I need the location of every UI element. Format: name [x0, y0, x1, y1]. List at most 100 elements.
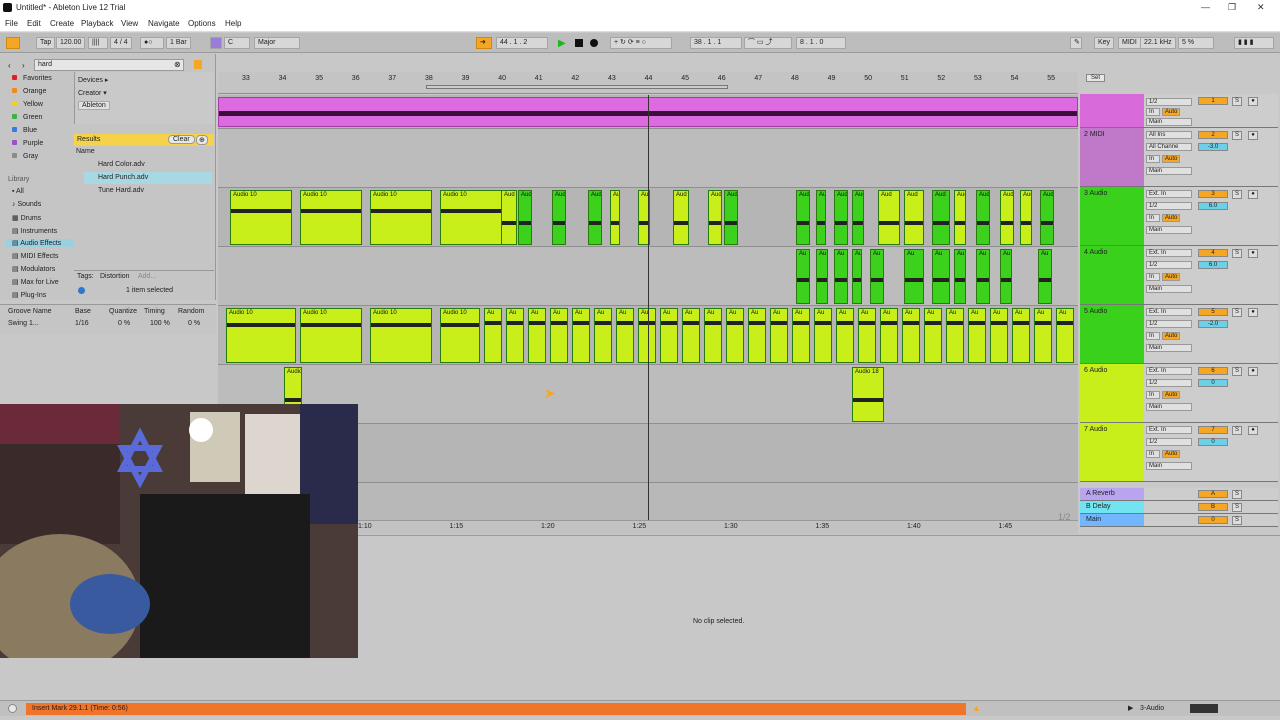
clip-audio[interactable]: Au	[816, 249, 828, 304]
clip-audio-10[interactable]: Audio 10	[300, 190, 362, 245]
clip-audio[interactable]: Au	[484, 308, 502, 363]
clip-audio[interactable]: Au	[1000, 249, 1012, 304]
library-instruments[interactable]: ▤ Instruments	[12, 227, 57, 235]
monitor-in-button[interactable]: In	[1146, 273, 1160, 281]
clip-audio[interactable]: Au	[870, 249, 884, 304]
input-channel-select[interactable]: 1/2	[1146, 202, 1192, 210]
clip-audio[interactable]: Au	[834, 249, 848, 304]
menu-help[interactable]: Help	[225, 19, 241, 28]
clip-audio[interactable]: Au	[946, 308, 964, 363]
clip-audio[interactable]: Au	[682, 308, 700, 363]
return-name[interactable]: B Delay	[1080, 501, 1144, 513]
track-name[interactable]: 6 Audio	[1080, 364, 1144, 422]
link-icon[interactable]	[6, 37, 20, 49]
menu-create[interactable]: Create	[50, 19, 74, 28]
monitor-in-button[interactable]: In	[1146, 108, 1160, 116]
output-select[interactable]: Main	[1146, 344, 1192, 352]
arm-icon[interactable]: ●	[1248, 367, 1258, 376]
clip-audio[interactable]: Au	[594, 308, 612, 363]
play-button[interactable]: ▶	[558, 38, 566, 49]
return-letter[interactable]: 0	[1198, 516, 1228, 524]
input-channel-select[interactable]: All Channe	[1146, 143, 1192, 151]
output-select[interactable]: Main	[1146, 285, 1192, 293]
clip-audio[interactable]: Aud	[673, 190, 689, 245]
loop-length-field[interactable]: 8 . 1 . 0	[796, 37, 846, 49]
track-name[interactable]: 2 MIDI	[1080, 128, 1144, 186]
clip-audio-10[interactable]: Audio 10	[370, 190, 432, 245]
output-select[interactable]: Main	[1146, 226, 1192, 234]
volume-field[interactable]: 0	[1198, 379, 1228, 387]
groove-random[interactable]: 0 %	[188, 320, 200, 327]
track-number-button[interactable]: 1	[1198, 97, 1228, 105]
monitor-auto-button[interactable]: Auto	[1162, 332, 1180, 340]
monitor-auto-button[interactable]: Auto	[1162, 155, 1180, 163]
clip-audio[interactable]: Au	[1034, 308, 1052, 363]
clip-audio[interactable]: Au	[858, 308, 876, 363]
clip-audio[interactable]: Au	[954, 249, 966, 304]
arm-icon[interactable]: ●	[1248, 249, 1258, 258]
draw-mode-icons[interactable]: ⌒ ▭ ⤴	[744, 37, 792, 49]
clip-audio[interactable]: Aud	[501, 190, 517, 245]
library-plugins[interactable]: ▤ Plug-Ins	[12, 291, 46, 299]
clip-audio[interactable]: Au	[704, 308, 722, 363]
groove-timing[interactable]: 100 %	[150, 320, 170, 327]
track-name[interactable]: 7 Audio	[1080, 423, 1144, 481]
library-drums[interactable]: ▦ Drums	[12, 214, 41, 222]
clear-search-icon[interactable]: ⊗	[174, 60, 181, 69]
return-name[interactable]: Main	[1080, 514, 1144, 526]
quantize-menu[interactable]: 1 Bar	[166, 37, 191, 49]
clip-audio-18[interactable]: Audio 18	[852, 367, 884, 422]
follow-icon[interactable]: ➜	[476, 37, 492, 49]
output-select[interactable]: Main	[1146, 403, 1192, 411]
clear-button[interactable]: Clear	[168, 135, 195, 144]
track-number-button[interactable]: 5	[1198, 308, 1228, 316]
clip-audio[interactable]: Au	[924, 308, 942, 363]
back-arrow-icon[interactable]: ‹	[8, 61, 11, 70]
volume-field[interactable]: 6.0	[1198, 261, 1228, 269]
input-channel-select[interactable]: 1/2	[1146, 98, 1192, 106]
input-type-select[interactable]: Ext. In	[1146, 190, 1192, 198]
clip-audio[interactable]: Au	[880, 308, 898, 363]
return-track-B[interactable]: B Delay B S	[1080, 501, 1278, 514]
collection-orange[interactable]: Orange	[12, 88, 46, 95]
volume-field[interactable]: 0	[1198, 438, 1228, 446]
track-header-6[interactable]: 6 Audio Ext. In 1/2 In Auto Main 6 0 S ●	[1080, 364, 1278, 423]
tag-distortion[interactable]: Distortion	[100, 273, 130, 280]
result-item-hard-punch[interactable]: Hard Punch.adv	[84, 172, 212, 184]
forward-arrow-icon[interactable]: ›	[22, 61, 25, 70]
track-header-1[interactable]: 1/2 In Auto Main 1 S ●	[1080, 94, 1278, 128]
monitor-in-button[interactable]: In	[1146, 155, 1160, 163]
solo-button[interactable]: S	[1232, 308, 1242, 317]
clip-audio[interactable]: Aud	[834, 190, 848, 245]
input-type-select[interactable]: Ext. In	[1146, 249, 1192, 257]
beat-ruler[interactable]: 33 34 35 36 37 38 39 40 41 42 43 44 45 46 47 48 49 50 51 52…	[218, 72, 1078, 94]
monitor-in-button[interactable]: In	[1146, 391, 1160, 399]
overdub-controls[interactable]: + ↻ ⟳ ≡ ○	[610, 37, 672, 49]
volume-field[interactable]: -3.0	[1198, 143, 1228, 151]
clip-audio[interactable]: Aud	[610, 190, 620, 245]
menu-playback[interactable]: Playback	[81, 19, 113, 28]
return-name[interactable]: A Reverb	[1080, 488, 1144, 500]
track-name[interactable]	[1080, 94, 1144, 127]
pencil-icon[interactable]: ✎	[1070, 37, 1082, 49]
info-view-icon[interactable]	[8, 704, 17, 713]
track-header-7[interactable]: 7 Audio Ext. In 1/2 In Auto Main 7 0 S ●	[1080, 423, 1278, 482]
collection-green[interactable]: Green	[12, 114, 42, 121]
clip-audio[interactable]: Aud	[932, 190, 950, 245]
input-channel-select[interactable]: 1/2	[1146, 379, 1192, 387]
input-type-select[interactable]: Ext. In	[1146, 308, 1192, 316]
clip-audio[interactable]: Au	[796, 249, 810, 304]
output-select[interactable]: Main	[1146, 167, 1192, 175]
output-select[interactable]: Main	[1146, 462, 1192, 470]
clip-audio[interactable]: Au	[976, 249, 990, 304]
clip-audio[interactable]: Au	[550, 308, 568, 363]
track-number-button[interactable]: 2	[1198, 131, 1228, 139]
arm-icon[interactable]: ●	[1248, 131, 1258, 140]
tap-button[interactable]: Tap	[36, 37, 56, 49]
key-select[interactable]: C	[224, 37, 250, 49]
library-modulators[interactable]: ▤ Modulators	[12, 265, 55, 273]
input-channel-select[interactable]: 1/2	[1146, 320, 1192, 328]
clip-audio[interactable]: Au	[638, 308, 656, 363]
menu-edit[interactable]: Edit	[27, 19, 41, 28]
clip-audio[interactable]: Aud	[1000, 190, 1014, 245]
